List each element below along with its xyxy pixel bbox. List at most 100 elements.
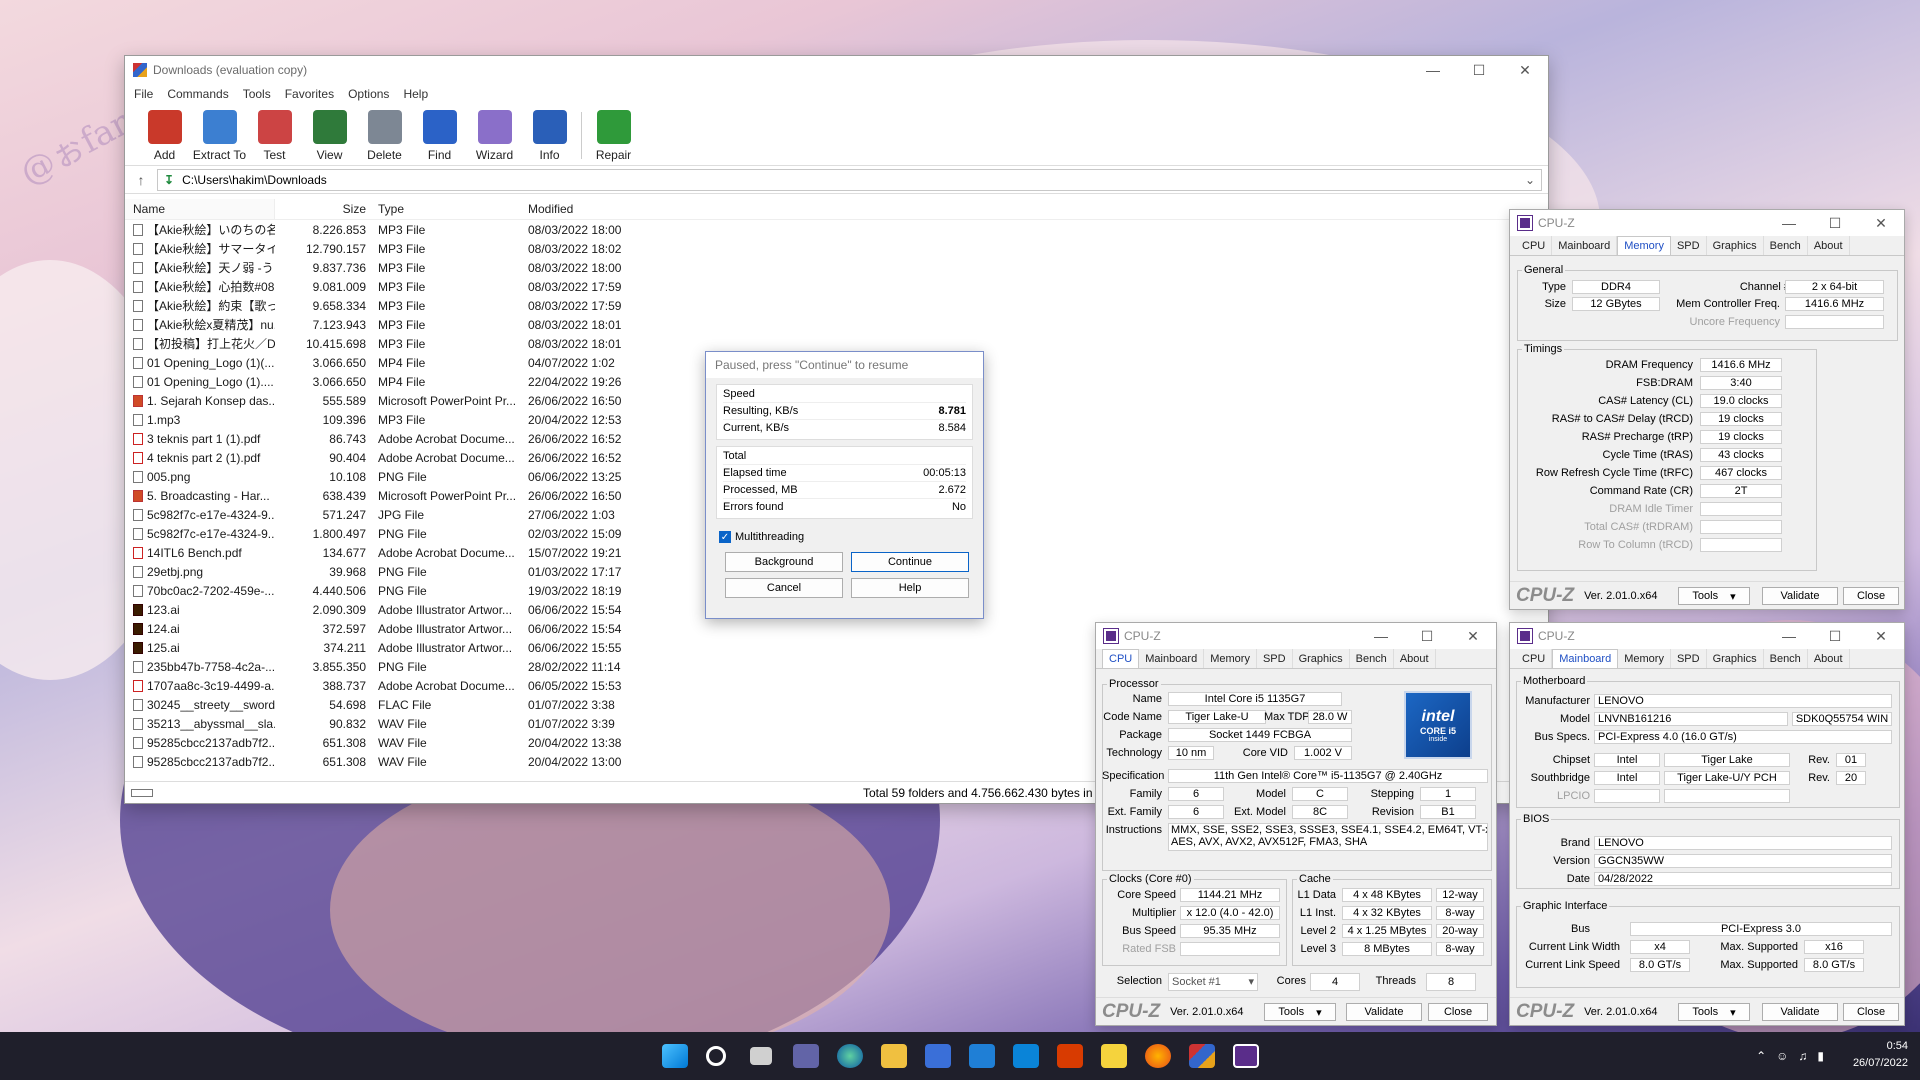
up-arrow-icon[interactable]: ↑ xyxy=(125,172,157,188)
tab-bench[interactable]: Bench xyxy=(1764,649,1808,668)
menu-item-options[interactable]: Options xyxy=(348,87,389,103)
wizard-button[interactable]: Wizard xyxy=(467,106,522,165)
tab-bench[interactable]: Bench xyxy=(1764,236,1808,255)
multithreading-checkbox[interactable]: ✓ Multithreading xyxy=(719,531,983,543)
tab-graphics[interactable]: Graphics xyxy=(1293,649,1350,668)
tab-graphics[interactable]: Graphics xyxy=(1707,236,1764,255)
chat-icon[interactable] xyxy=(793,1044,819,1068)
sticky-notes-icon[interactable] xyxy=(1101,1044,1127,1068)
tools-button[interactable]: Tools ▾ xyxy=(1264,1003,1336,1021)
cpuz-titlebar[interactable]: CPU-Z — ☐ ✕ xyxy=(1510,623,1904,649)
background-button[interactable]: Background xyxy=(725,552,843,572)
tab-mainboard[interactable]: Mainboard xyxy=(1139,649,1205,668)
minimize-button[interactable]: — xyxy=(1410,56,1456,84)
path-field[interactable]: ↧ C:\Users\hakim\Downloads ⌄ xyxy=(157,168,1542,191)
menu-item-file[interactable]: File xyxy=(134,87,153,103)
tools-button[interactable]: Tools ▾ xyxy=(1678,587,1750,605)
cpuz-taskbar-icon[interactable] xyxy=(1233,1044,1259,1068)
firefox-icon[interactable] xyxy=(1145,1044,1171,1068)
test-button[interactable]: Test xyxy=(247,106,302,165)
tab-bench[interactable]: Bench xyxy=(1350,649,1394,668)
tab-spd[interactable]: SPD xyxy=(1671,649,1707,668)
tab-spd[interactable]: SPD xyxy=(1671,236,1707,255)
table-row[interactable]: 【Akie秋絵】いのちの名... 8.226.853 MP3 File 08/03/2… xyxy=(125,220,1550,239)
search-icon[interactable] xyxy=(706,1046,726,1066)
tab-cpu[interactable]: CPU xyxy=(1102,649,1140,668)
maximize-button[interactable]: ☐ xyxy=(1812,623,1858,649)
cancel-button[interactable]: Cancel xyxy=(725,578,843,598)
file-explorer-icon[interactable] xyxy=(881,1044,907,1068)
tab-about[interactable]: About xyxy=(1394,649,1436,668)
winrar-taskbar-icon[interactable] xyxy=(1189,1044,1215,1068)
task-view-icon[interactable] xyxy=(750,1047,772,1065)
mail-icon[interactable] xyxy=(969,1044,995,1068)
maximize-button[interactable]: ☐ xyxy=(1456,56,1502,84)
edge-icon[interactable] xyxy=(837,1044,863,1068)
maximize-button[interactable]: ☐ xyxy=(1404,623,1450,649)
selection-dropdown[interactable]: Socket #1 ▾ xyxy=(1168,973,1258,991)
maximize-button[interactable]: ☐ xyxy=(1812,210,1858,236)
info-button[interactable]: Info xyxy=(522,106,577,165)
menu-item-favorites[interactable]: Favorites xyxy=(285,87,334,103)
column-header-size[interactable]: Size xyxy=(275,202,372,216)
tab-mainboard[interactable]: Mainboard xyxy=(1552,236,1618,255)
cpuz-titlebar[interactable]: CPU-Z — ☐ ✕ xyxy=(1510,210,1904,236)
tab-memory[interactable]: Memory xyxy=(1618,649,1671,668)
close-footer-button[interactable]: Close xyxy=(1843,587,1899,605)
menu-item-help[interactable]: Help xyxy=(403,87,428,103)
minimize-button[interactable]: — xyxy=(1766,623,1812,649)
delete-button[interactable]: Delete xyxy=(357,106,412,165)
close-button[interactable]: ✕ xyxy=(1450,623,1496,649)
battery-icon[interactable]: ▮ xyxy=(1817,1049,1824,1063)
winrar-titlebar[interactable]: Downloads (evaluation copy) — ☐ ✕ xyxy=(125,56,1548,84)
minimize-button[interactable]: — xyxy=(1358,623,1404,649)
file-name-cell: 5. Broadcasting - Har... xyxy=(125,486,275,505)
close-footer-button[interactable]: Close xyxy=(1428,1003,1488,1021)
extract-to-button[interactable]: Extract To xyxy=(192,106,247,165)
tab-about[interactable]: About xyxy=(1808,649,1850,668)
column-header-type[interactable]: Type xyxy=(372,202,522,216)
speaker-icon[interactable]: ♫ xyxy=(1798,1049,1807,1063)
wifi-icon[interactable]: ☺ xyxy=(1776,1049,1788,1063)
tab-graphics[interactable]: Graphics xyxy=(1707,649,1764,668)
tab-cpu[interactable]: CPU xyxy=(1516,649,1553,668)
menu-item-commands[interactable]: Commands xyxy=(167,87,228,103)
tab-memory[interactable]: Memory xyxy=(1617,236,1671,255)
table-row[interactable]: 【Akie秋絵x夏精茂】nu... 7.123.943 MP3 File 08/03/… xyxy=(125,315,1550,334)
start-icon[interactable] xyxy=(662,1044,688,1068)
app-l-icon[interactable] xyxy=(1013,1044,1039,1068)
add-button[interactable]: Add xyxy=(137,106,192,165)
table-row[interactable]: 【Akie秋絵】心拍数#08... 9.081.009 MP3 File 08/03/… xyxy=(125,277,1550,296)
minimize-button[interactable]: — xyxy=(1766,210,1812,236)
validate-button[interactable]: Validate xyxy=(1762,1003,1838,1021)
validate-button[interactable]: Validate xyxy=(1762,587,1838,605)
tab-mainboard[interactable]: Mainboard xyxy=(1552,649,1619,668)
tab-about[interactable]: About xyxy=(1808,236,1850,255)
office-icon[interactable] xyxy=(1057,1044,1083,1068)
find-button[interactable]: Find xyxy=(412,106,467,165)
tab-spd[interactable]: SPD xyxy=(1257,649,1293,668)
column-header-modified[interactable]: Modified xyxy=(522,202,642,216)
tools-button[interactable]: Tools ▾ xyxy=(1678,1003,1750,1021)
chevron-down-icon[interactable]: ⌄ xyxy=(1525,173,1535,187)
menu-item-tools[interactable]: Tools xyxy=(243,87,271,103)
clock[interactable]: 0:54 26/07/2022 xyxy=(1853,1038,1908,1072)
close-button[interactable]: ✕ xyxy=(1858,210,1904,236)
close-button[interactable]: ✕ xyxy=(1502,56,1548,84)
close-button[interactable]: ✕ xyxy=(1858,623,1904,649)
tab-memory[interactable]: Memory xyxy=(1204,649,1257,668)
cpuz-titlebar[interactable]: CPU-Z — ☐ ✕ xyxy=(1096,623,1496,649)
help-button[interactable]: Help xyxy=(851,578,969,598)
validate-button[interactable]: Validate xyxy=(1346,1003,1422,1021)
repair-button[interactable]: Repair xyxy=(586,106,641,165)
column-header-name[interactable]: Name xyxy=(125,199,275,219)
table-row[interactable]: 【Akie秋絵】サマータイム... 12.790.157 MP3 File 08/03… xyxy=(125,239,1550,258)
store-icon[interactable] xyxy=(925,1044,951,1068)
tab-cpu[interactable]: CPU xyxy=(1516,236,1553,255)
view-button[interactable]: View xyxy=(302,106,357,165)
continue-button[interactable]: Continue xyxy=(851,552,969,572)
close-footer-button[interactable]: Close xyxy=(1843,1003,1899,1021)
chevron-up-icon[interactable]: ⌃ xyxy=(1756,1049,1766,1063)
table-row[interactable]: 【Akie秋絵】天ノ弱 -うぃ... 9.837.736 MP3 File 08/03… xyxy=(125,258,1550,277)
table-row[interactable]: 【Akie秋絵】約束【歌っ... 9.658.334 MP3 File 08/03/2… xyxy=(125,296,1550,315)
